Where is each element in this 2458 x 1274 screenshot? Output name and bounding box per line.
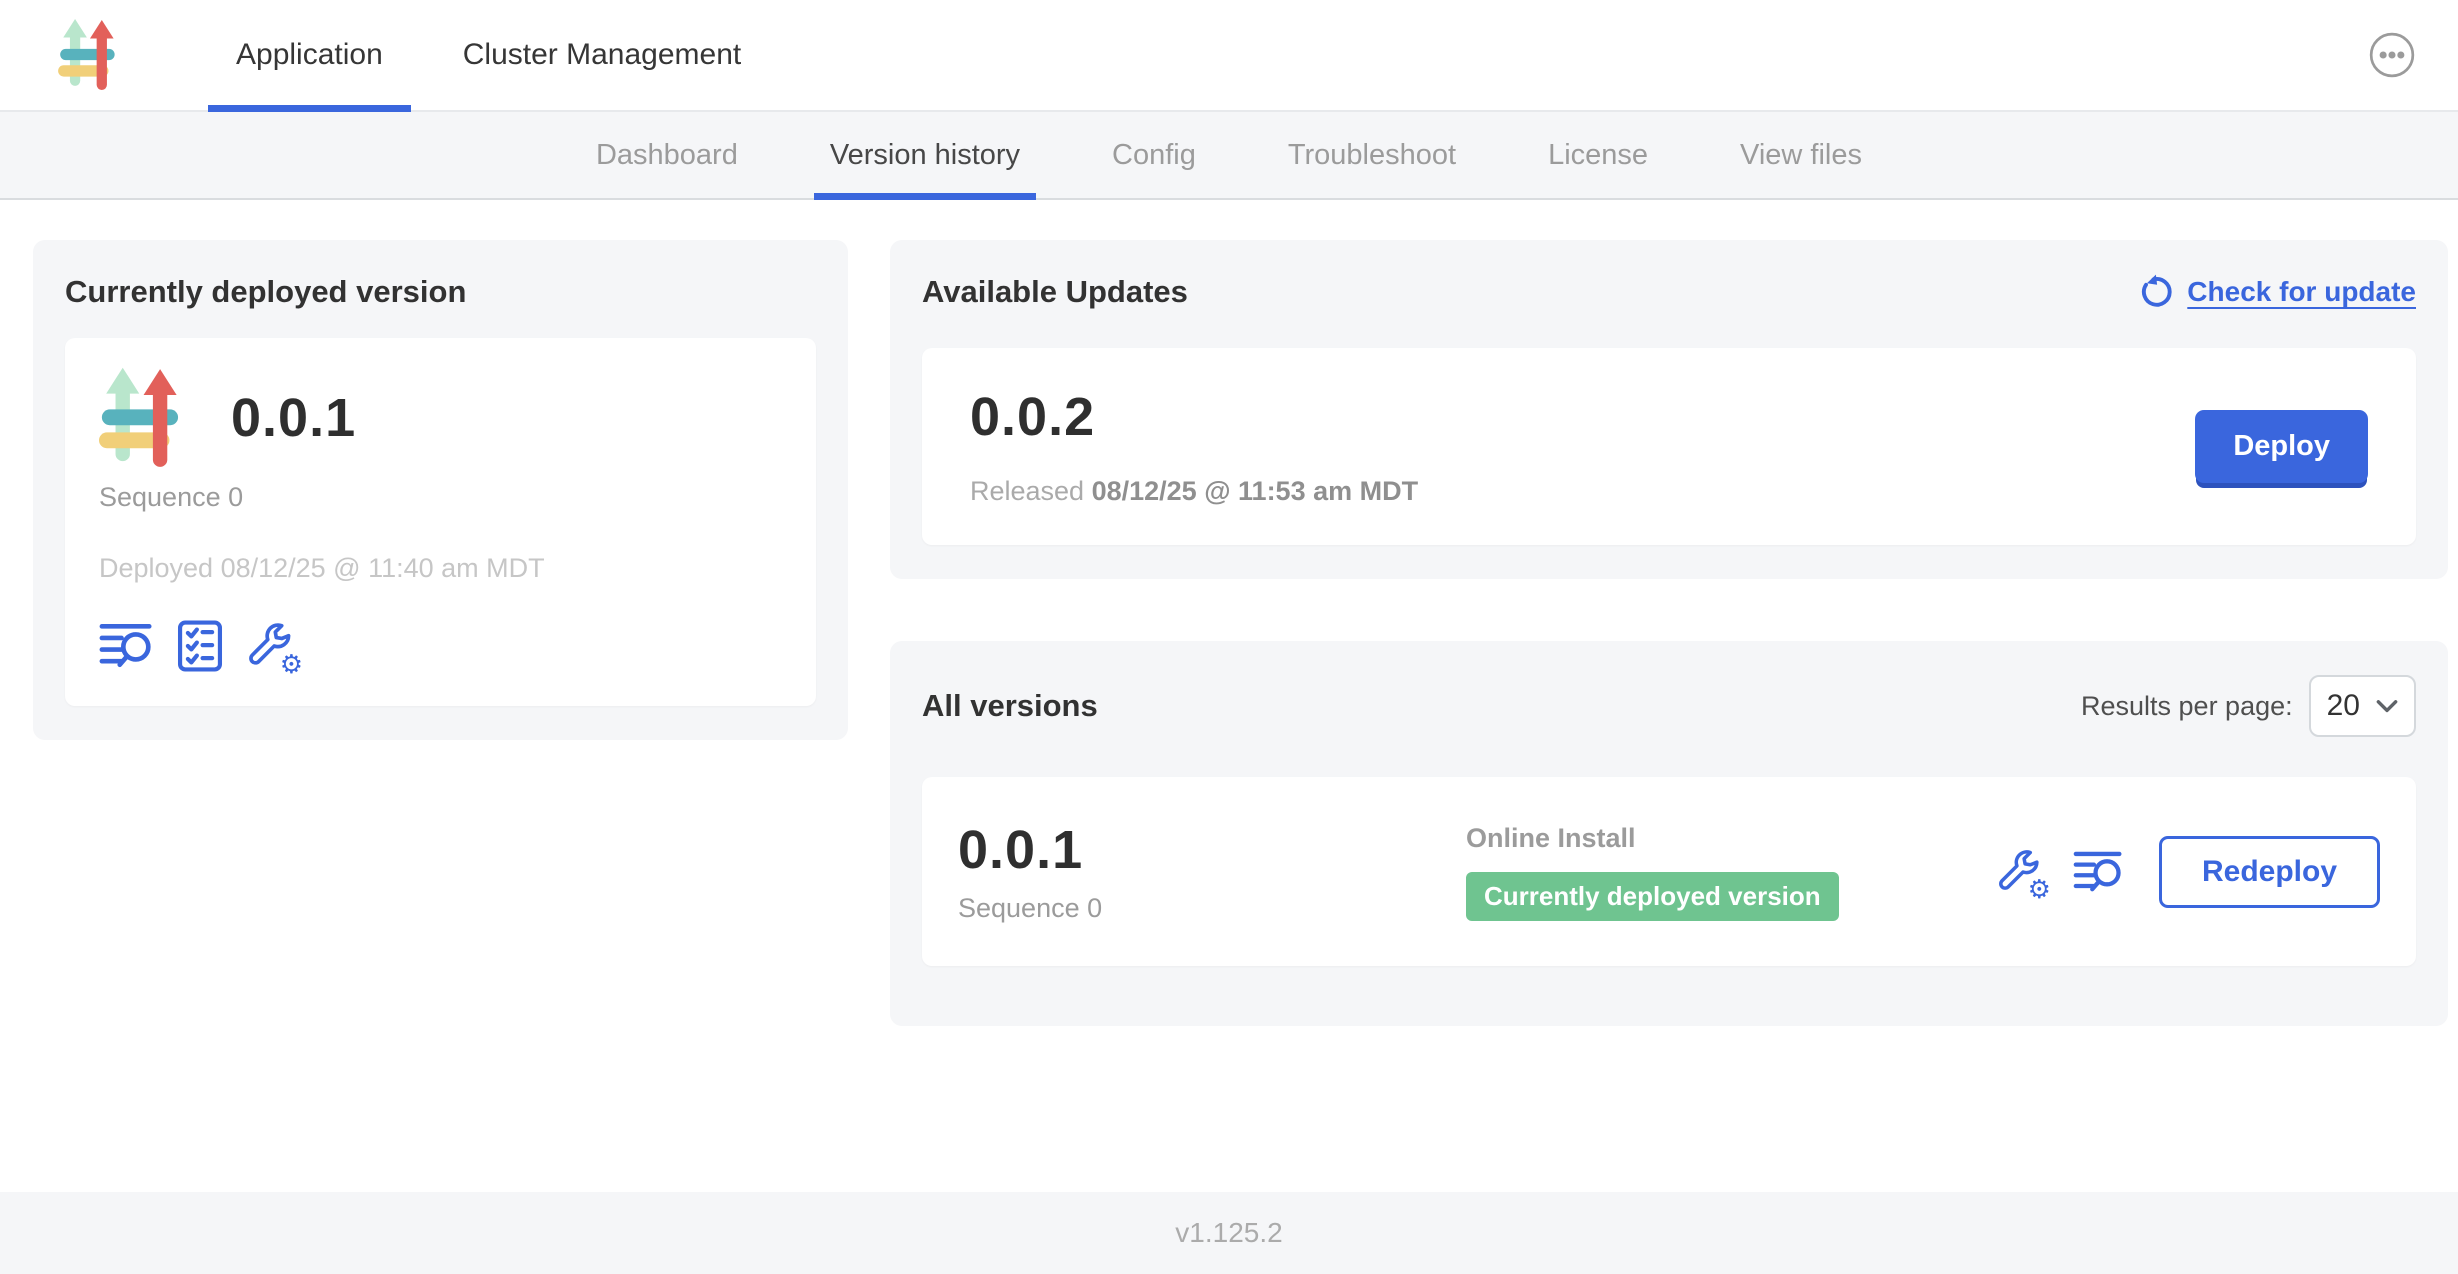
currently-deployed-title: Currently deployed version — [65, 274, 816, 310]
edit-config-icon[interactable]: ⚙ — [1997, 849, 2043, 895]
app-logo-icon — [99, 366, 191, 470]
currently-deployed-badge: Currently deployed version — [1466, 872, 1839, 921]
tab-dashboard[interactable]: Dashboard — [550, 112, 784, 198]
gear-icon: ⚙ — [2028, 877, 2051, 903]
available-updates-card: Available Updates Check for update 0.0.2… — [890, 240, 2448, 579]
current-version-sequence: Sequence 0 — [99, 482, 780, 513]
app-logo-icon — [58, 18, 124, 92]
redeploy-button[interactable]: Redeploy — [2159, 836, 2380, 908]
edit-config-icon[interactable]: ⚙ — [247, 622, 295, 670]
update-row: 0.0.2 Released 08/12/25 @ 11:53 am MDT D… — [922, 348, 2416, 545]
results-per-page-label: Results per page: — [2081, 691, 2293, 722]
header-tabs: Application Cluster Management — [196, 0, 781, 110]
current-version-panel: 0.0.1 Sequence 0 Deployed 08/12/25 @ 11:… — [65, 338, 816, 706]
all-versions-title: All versions — [922, 688, 1098, 724]
view-logs-icon[interactable] — [2073, 849, 2123, 895]
deployed-timestamp: Deployed 08/12/25 @ 11:40 am MDT — [99, 553, 780, 584]
tab-troubleshoot[interactable]: Troubleshoot — [1242, 112, 1502, 198]
results-per-page-value: 20 — [2327, 689, 2360, 723]
refresh-icon — [2137, 274, 2173, 310]
check-for-update-label: Check for update — [2187, 276, 2416, 308]
deploy-button[interactable]: Deploy — [2195, 410, 2368, 483]
view-logs-icon[interactable] — [99, 621, 153, 671]
all-versions-card: All versions Results per page: 20 0.0.1 … — [890, 641, 2448, 1026]
tab-cluster-management[interactable]: Cluster Management — [423, 0, 781, 110]
results-per-page-select[interactable]: 20 — [2309, 675, 2416, 737]
overflow-menu-button[interactable] — [2366, 29, 2418, 81]
preflight-checks-icon[interactable] — [177, 620, 223, 672]
tab-config[interactable]: Config — [1066, 112, 1242, 198]
chevron-down-icon — [2376, 699, 2398, 714]
available-updates-title: Available Updates — [922, 274, 1188, 310]
row-version-number: 0.0.1 — [958, 819, 1466, 881]
update-version-number: 0.0.2 — [970, 386, 1418, 448]
tab-view-files[interactable]: View files — [1694, 112, 1908, 198]
console-version: v1.125.2 — [1175, 1217, 1282, 1249]
current-version-number: 0.0.1 — [231, 387, 356, 449]
tab-application[interactable]: Application — [196, 0, 423, 110]
main-content: Currently deployed version 0.0.1 Sequenc… — [0, 200, 2458, 1192]
gear-icon: ⚙ — [280, 652, 303, 678]
check-for-update-link[interactable]: Check for update — [2137, 274, 2416, 310]
tab-license[interactable]: License — [1502, 112, 1694, 198]
released-timestamp: Released 08/12/25 @ 11:53 am MDT — [970, 476, 1418, 507]
currently-deployed-card: Currently deployed version 0.0.1 Sequenc… — [33, 240, 848, 740]
app-header: Application Cluster Management — [0, 0, 2458, 112]
install-type-label: Online Install — [1466, 823, 1997, 854]
version-row: 0.0.1 Sequence 0 Online Install Currentl… — [922, 777, 2416, 966]
ellipsis-icon — [2367, 30, 2417, 80]
row-sequence: Sequence 0 — [958, 893, 1466, 924]
app-footer: v1.125.2 — [0, 1192, 2458, 1274]
tab-version-history[interactable]: Version history — [784, 112, 1066, 198]
app-subnav: Dashboard Version history Config Trouble… — [0, 112, 2458, 200]
